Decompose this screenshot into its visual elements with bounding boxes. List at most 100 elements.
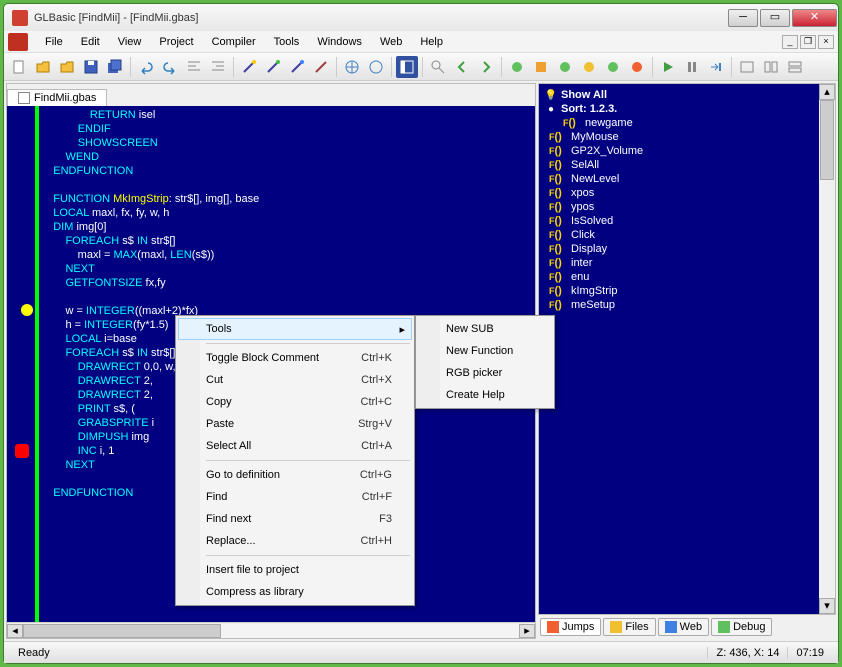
tab-files[interactable]: Files [603,618,655,636]
scroll-up-icon[interactable]: ▴ [819,84,835,100]
jump-item[interactable]: F()inter [545,256,829,270]
undo-icon[interactable] [135,56,157,78]
tab-jumps[interactable]: Jumps [540,618,601,636]
v-scrollbar[interactable]: ▴ ▾ [819,84,835,614]
breakpoint-icon[interactable] [21,304,33,316]
menu-compiler[interactable]: Compiler [203,34,265,50]
context-item[interactable]: FindCtrl+F [178,486,412,508]
pause-icon[interactable] [681,56,703,78]
jump-item[interactable]: F()kImgStrip [545,284,829,298]
context-tools-item[interactable]: Tools ▸ [178,318,412,340]
status-time: 07:19 [787,647,832,659]
context-item[interactable]: Replace...Ctrl+H [178,530,412,552]
scroll-down-icon[interactable]: ▾ [819,598,835,614]
jump-item[interactable]: F()Display [545,242,829,256]
web-tab-icon [665,621,677,633]
file-tab-label: FindMii.gbas [34,92,96,104]
win2-icon[interactable] [760,56,782,78]
globe2-icon[interactable] [365,56,387,78]
mdi-close-button[interactable]: × [818,35,834,49]
color6-icon[interactable] [626,56,648,78]
color5-icon[interactable] [602,56,624,78]
open2-icon[interactable] [56,56,78,78]
context-item[interactable]: Compress as library [178,581,412,603]
context-item[interactable]: Toggle Block CommentCtrl+K [178,347,412,369]
jump-item[interactable]: F()GP2X_Volume [545,144,829,158]
titlebar: GLBasic [FindMii] - [FindMii.gbas] ─ ▭ ✕ [4,4,838,31]
menu-help[interactable]: Help [411,34,452,50]
context-item[interactable]: CopyCtrl+C [178,391,412,413]
color4-icon[interactable] [578,56,600,78]
redo-icon[interactable] [159,56,181,78]
jump-item[interactable]: F()ypos [545,200,829,214]
wand2-icon[interactable] [262,56,284,78]
step-icon[interactable] [705,56,727,78]
color1-icon[interactable] [506,56,528,78]
minimize-button[interactable]: ─ [728,9,758,27]
nav-fwd-icon[interactable] [475,56,497,78]
indent-out-icon[interactable] [183,56,205,78]
context-item[interactable]: Go to definitionCtrl+G [178,464,412,486]
jump-item[interactable]: F()enu [545,270,829,284]
breakpoint-icon[interactable] [15,444,29,458]
context-item[interactable]: Insert file to project [178,559,412,581]
scroll-left-icon[interactable]: ◂ [7,624,23,638]
tab-debug[interactable]: Debug [711,618,772,636]
scroll-right-icon[interactable]: ▸ [519,624,535,638]
jump-item[interactable]: F()newgame [545,116,829,130]
wand1-icon[interactable] [238,56,260,78]
submenu-item[interactable]: New SUB [418,318,552,340]
jump-item[interactable]: F()Click [545,228,829,242]
panel-icon[interactable] [396,56,418,78]
saveall-icon[interactable] [104,56,126,78]
menu-view[interactable]: View [109,34,151,50]
h-scrollbar[interactable]: ◂ ▸ [7,622,535,638]
submenu-item[interactable]: RGB picker [418,362,552,384]
submenu-item[interactable]: New Function [418,340,552,362]
menu-edit[interactable]: Edit [72,34,109,50]
wand3-icon[interactable] [286,56,308,78]
submenu-arrow-icon: ▸ [399,323,405,336]
status-position: Z: 436, X: 14 [707,647,787,659]
jump-item[interactable]: F()xpos [545,186,829,200]
zoom-icon[interactable] [427,56,449,78]
menu-windows[interactable]: Windows [308,34,371,50]
jump-item[interactable]: F()MyMouse [545,130,829,144]
context-item[interactable]: CutCtrl+X [178,369,412,391]
context-item[interactable]: Find nextF3 [178,508,412,530]
mdi-restore-button[interactable]: ❐ [800,35,816,49]
menu-file[interactable]: File [36,34,72,50]
jump-item[interactable]: F()meSetup [545,298,829,312]
play-icon[interactable] [657,56,679,78]
file-tab[interactable]: FindMii.gbas [7,89,107,106]
jump-header[interactable]: ●Sort: 1.2.3. [545,102,829,116]
save-icon[interactable] [80,56,102,78]
jump-item[interactable]: F()NewLevel [545,172,829,186]
new-icon[interactable] [8,56,30,78]
jumps-tab-icon [547,621,559,633]
function-icon: F() [549,299,567,311]
logo-icon [8,33,28,51]
color3-icon[interactable] [554,56,576,78]
mdi-minimize-button[interactable]: _ [782,35,798,49]
menu-web[interactable]: Web [371,34,411,50]
win3-icon[interactable] [784,56,806,78]
nav-back-icon[interactable] [451,56,473,78]
menu-project[interactable]: Project [150,34,202,50]
win1-icon[interactable] [736,56,758,78]
maximize-button[interactable]: ▭ [760,9,790,27]
color2-icon[interactable] [530,56,552,78]
jump-header[interactable]: 💡Show All [545,88,829,102]
submenu-item[interactable]: Create Help [418,384,552,406]
close-button[interactable]: ✕ [792,9,837,27]
globe-icon[interactable] [341,56,363,78]
context-item[interactable]: PasteStrg+V [178,413,412,435]
open-icon[interactable] [32,56,54,78]
menu-tools[interactable]: Tools [265,34,309,50]
jump-item[interactable]: F()SelAll [545,158,829,172]
context-item[interactable]: Select AllCtrl+A [178,435,412,457]
indent-in-icon[interactable] [207,56,229,78]
tab-web[interactable]: Web [658,618,709,636]
wand4-icon[interactable] [310,56,332,78]
jump-item[interactable]: F()IsSolved [545,214,829,228]
